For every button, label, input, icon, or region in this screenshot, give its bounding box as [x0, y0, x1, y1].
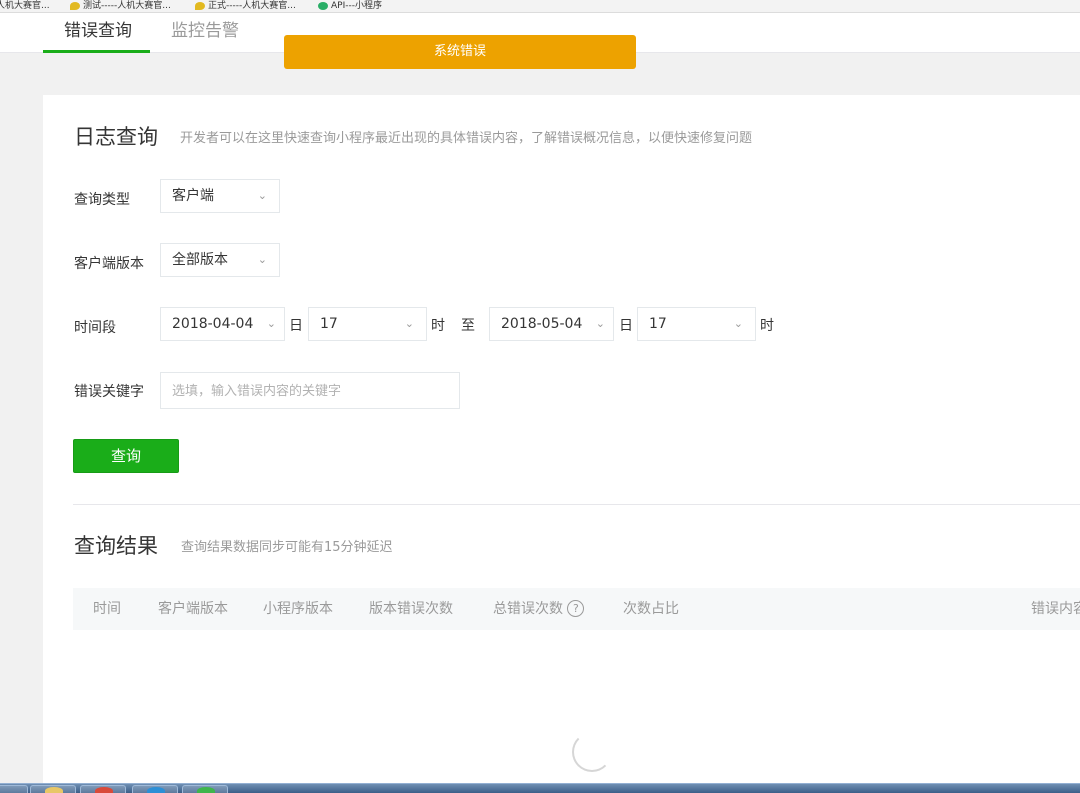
client-version-label: 客户端版本 [74, 256, 144, 272]
query-type-label: 查询类型 [74, 192, 130, 208]
wechat-icon [197, 787, 215, 793]
column-header-count-ratio: 次数占比 [623, 601, 679, 617]
bookmark-item[interactable]: 人机大赛官... [0, 0, 50, 12]
section-divider [73, 504, 1080, 505]
loading-spinner-icon [572, 732, 612, 772]
end-day-unit: 日 [619, 318, 633, 334]
bookmark-item[interactable]: 正式-----人机大赛官... [195, 0, 296, 12]
log-query-title: 日志查询 [74, 125, 158, 149]
results-table-header: 时间 客户端版本 小程序版本 版本错误次数 总错误次数 ? 次数占比 错误内容 [73, 588, 1080, 630]
folder-icon [70, 2, 80, 10]
app-icon [147, 787, 165, 793]
end-hour-value: 17 [649, 316, 667, 332]
column-header-version-error-count: 版本错误次数 [369, 601, 453, 617]
column-header-time: 时间 [93, 601, 121, 617]
taskbar-chrome-button[interactable] [80, 785, 126, 793]
results-title: 查询结果 [74, 534, 158, 558]
taskbar-explorer-button[interactable] [30, 785, 76, 793]
bookmark-label: 测试-----人机大赛官... [83, 1, 171, 11]
query-type-value: 客户端 [172, 188, 214, 204]
error-toast: 系统错误 [284, 35, 636, 69]
start-date-value: 2018-04-04 [172, 316, 254, 332]
bookmark-label: API---小程序 [331, 1, 382, 11]
chevron-down-icon: ⌄ [404, 317, 414, 330]
query-type-select[interactable]: 客户端 ⌄ [160, 179, 280, 213]
tab-error-query[interactable]: 错误查询 [64, 13, 132, 53]
keyword-label: 错误关键字 [74, 384, 144, 400]
bookmarks-bar: 人机大赛官... 测试-----人机大赛官... 正式-----人机大赛官...… [0, 0, 1080, 13]
wechat-icon [318, 2, 328, 10]
chevron-down-icon: ⌄ [257, 189, 267, 202]
column-header-error-content: 错误内容 [1031, 601, 1080, 617]
to-label: 至 [461, 318, 475, 334]
chrome-icon [95, 787, 113, 793]
end-hour-select[interactable]: 17 ⌄ [637, 307, 756, 341]
chevron-down-icon: ⌄ [257, 253, 267, 266]
folder-icon [195, 2, 205, 10]
results-description: 查询结果数据同步可能有15分钟延迟 [181, 540, 393, 555]
main-card: 日志查询 开发者可以在这里快速查询小程序最近出现的具体错误内容，了解错误概况信息… [43, 95, 1080, 783]
column-header-miniprogram-version: 小程序版本 [263, 601, 333, 617]
client-version-select[interactable]: 全部版本 ⌄ [160, 243, 280, 277]
start-hour-select[interactable]: 17 ⌄ [308, 307, 427, 341]
bookmark-label: 正式-----人机大赛官... [208, 1, 296, 11]
client-version-value: 全部版本 [172, 252, 228, 268]
log-query-description: 开发者可以在这里快速查询小程序最近出现的具体错误内容，了解错误概况信息，以便快速… [180, 131, 753, 146]
end-date-value: 2018-05-04 [501, 316, 583, 332]
start-hour-unit: 时 [431, 318, 445, 334]
start-button[interactable] [0, 785, 28, 793]
folder-icon [45, 787, 63, 793]
column-header-label: 总错误次数 [493, 601, 563, 617]
tab-monitor-alert[interactable]: 监控告警 [171, 13, 239, 53]
chevron-down-icon: ⌄ [266, 317, 276, 330]
keyword-input[interactable] [160, 372, 460, 409]
os-taskbar [0, 783, 1080, 793]
taskbar-app-button[interactable] [132, 785, 178, 793]
end-hour-unit: 时 [760, 318, 774, 334]
taskbar-wechat-button[interactable] [182, 785, 228, 793]
active-tab-indicator [43, 50, 150, 53]
help-icon[interactable]: ? [567, 600, 585, 617]
bookmark-label: 人机大赛官... [0, 1, 50, 11]
start-day-unit: 日 [289, 318, 303, 334]
chevron-down-icon: ⌄ [733, 317, 743, 330]
start-date-select[interactable]: 2018-04-04 ⌄ [160, 307, 285, 341]
bookmark-item[interactable]: 测试-----人机大赛官... [70, 0, 171, 12]
bookmark-item[interactable]: API---小程序 [318, 0, 382, 12]
column-header-total-error-count: 总错误次数 ? [493, 588, 585, 630]
chevron-down-icon: ⌄ [595, 317, 605, 330]
time-range-label: 时间段 [74, 320, 116, 336]
column-header-client-version: 客户端版本 [158, 601, 228, 617]
query-button[interactable]: 查询 [73, 439, 179, 473]
start-hour-value: 17 [320, 316, 338, 332]
end-date-select[interactable]: 2018-05-04 ⌄ [489, 307, 614, 341]
